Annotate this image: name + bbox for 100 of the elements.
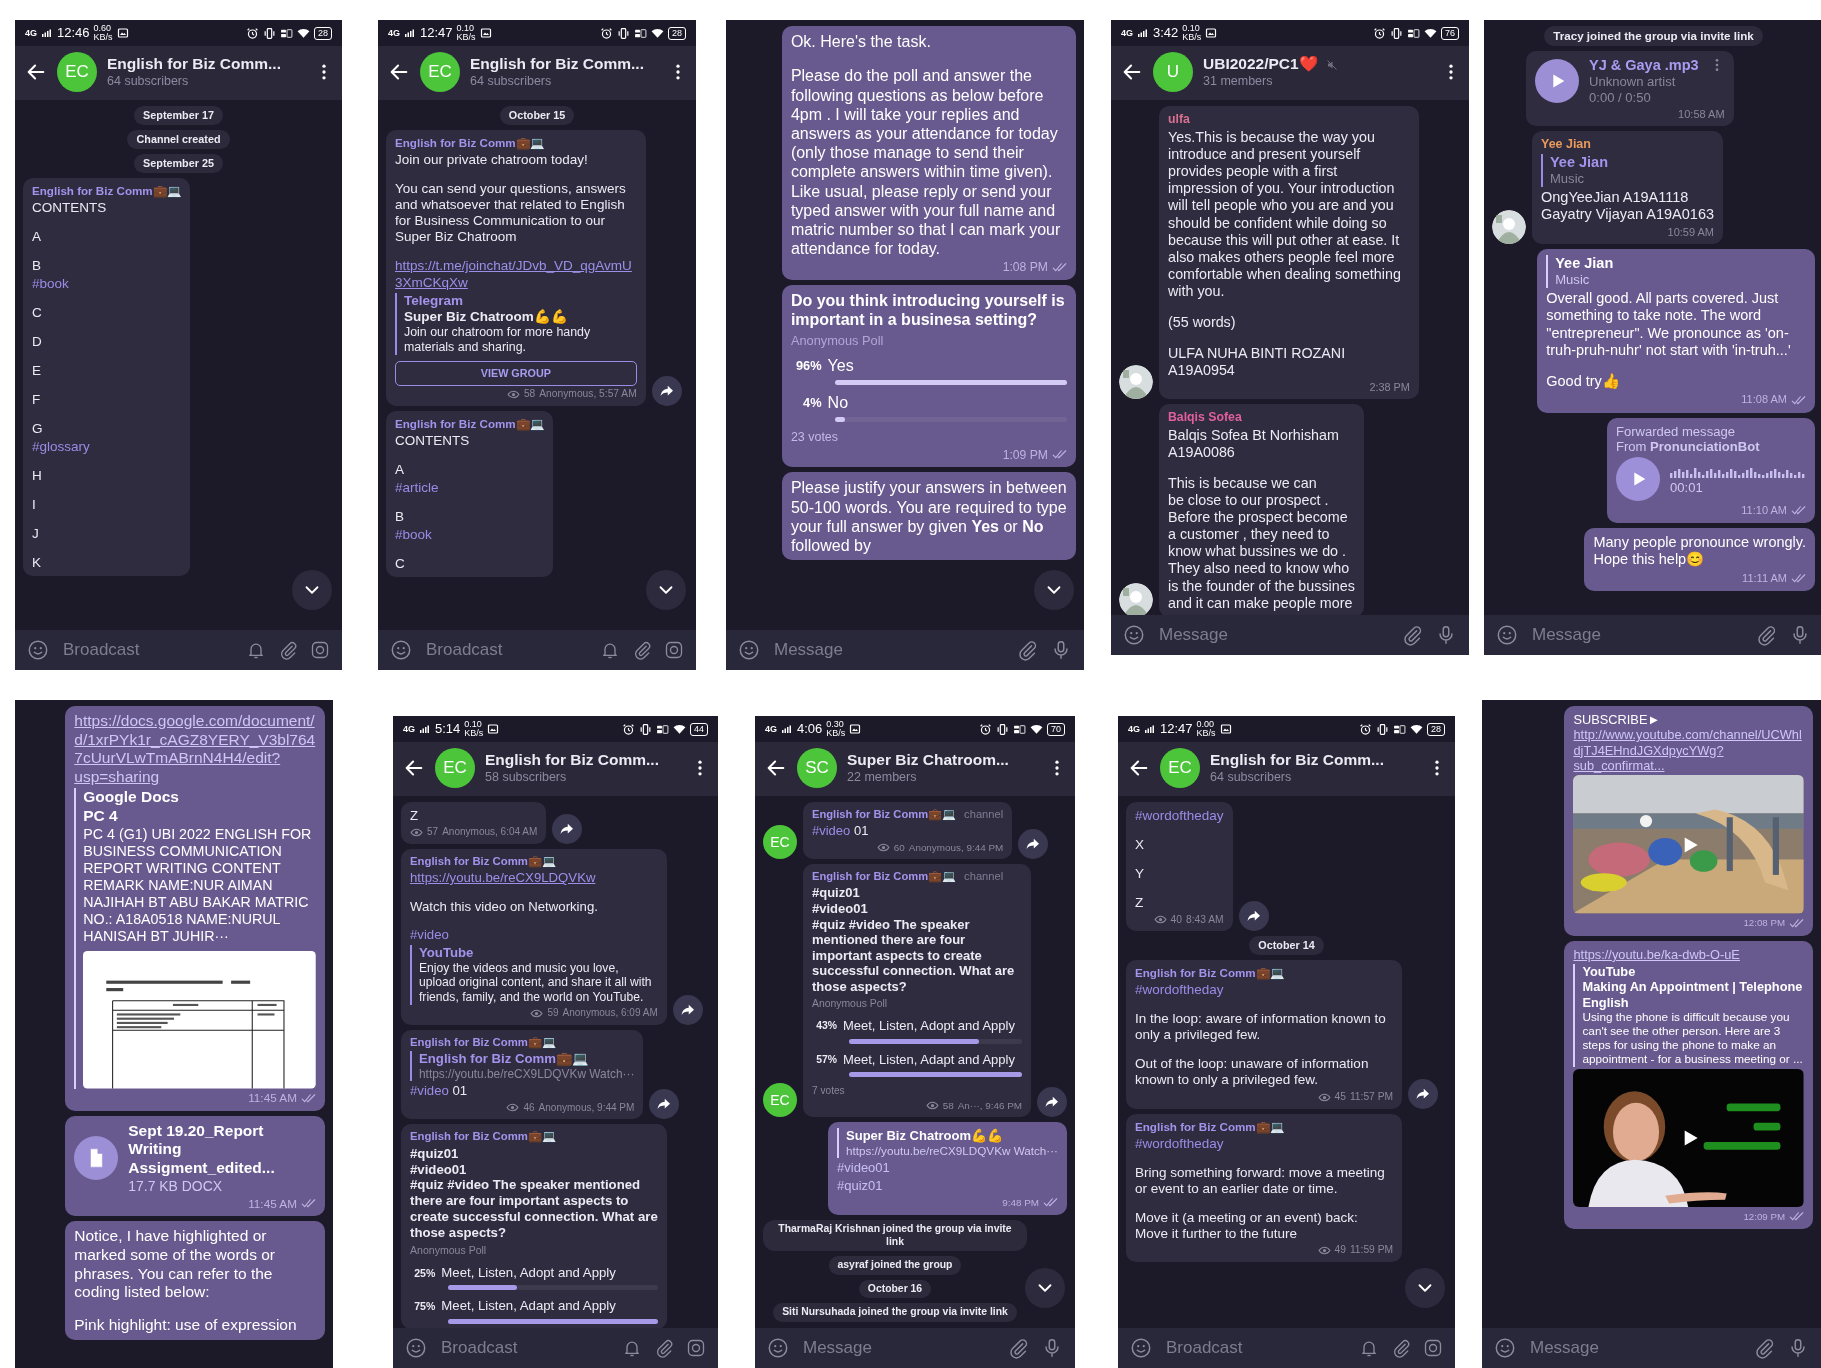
emoji-icon[interactable] bbox=[1123, 623, 1145, 646]
attach-icon[interactable] bbox=[654, 1337, 674, 1358]
input-bar[interactable]: Broadcast bbox=[1118, 1327, 1455, 1368]
url-link[interactable]: https://docs.google.com/document/d/1xrPYk1r_cAGZ8YERY_V3bl7647cUurVLwTmABrnN4H4/edit?usp=sharing bbox=[74, 712, 316, 787]
input-bar[interactable]: Message bbox=[1484, 614, 1821, 655]
input-bar[interactable]: Message bbox=[755, 1327, 1075, 1368]
camera-icon[interactable] bbox=[664, 639, 684, 660]
wifi-icon bbox=[1424, 26, 1437, 40]
scroll-down-button[interactable] bbox=[1405, 1268, 1445, 1308]
view-count: 57 bbox=[427, 826, 439, 839]
message-field[interactable]: Message bbox=[1157, 623, 1389, 646]
poll-option: Yes bbox=[827, 355, 854, 376]
poll-percent: 25% bbox=[413, 1265, 436, 1281]
share-button[interactable] bbox=[1238, 901, 1269, 932]
poll-type: Anonymous Poll bbox=[790, 332, 885, 348]
attach-icon[interactable] bbox=[1753, 1336, 1775, 1359]
input-bar[interactable]: Message bbox=[726, 629, 1084, 670]
hashtag-link[interactable]: #video bbox=[410, 1083, 449, 1099]
alarm-clock-icon bbox=[622, 722, 635, 736]
message-field[interactable]: Message bbox=[772, 638, 1004, 661]
audio-duration: 0:00 / 0:50 bbox=[1589, 89, 1652, 106]
share-button[interactable] bbox=[1037, 1087, 1067, 1118]
attach-icon[interactable] bbox=[1007, 1336, 1029, 1359]
share-button[interactable] bbox=[649, 1089, 680, 1120]
input-bar[interactable]: Message bbox=[1482, 1327, 1821, 1368]
share-button[interactable] bbox=[672, 994, 703, 1025]
emoji-icon[interactable] bbox=[1496, 623, 1518, 646]
data-speed: 0.10 bbox=[1182, 24, 1201, 33]
reply-author: English for Biz Comm💼💻 bbox=[419, 1051, 589, 1068]
url-link[interactable]: https://youtu.be/reCX9LDQVKw bbox=[410, 870, 596, 887]
hashtag-link[interactable]: #wordoftheday bbox=[1135, 808, 1224, 823]
battery-indicator: 76 bbox=[1441, 26, 1459, 40]
message-text: G bbox=[32, 420, 44, 438]
play-button[interactable] bbox=[1535, 59, 1579, 104]
sender-name: ulfa bbox=[1168, 112, 1190, 127]
file-name: Sept 19.20_Report Writing Assigment_edited... bbox=[128, 1121, 276, 1178]
view-count: 45 bbox=[1334, 1090, 1346, 1104]
attach-icon[interactable] bbox=[1391, 1337, 1411, 1358]
network-type: 4G bbox=[765, 724, 777, 734]
message-text: Z bbox=[1135, 895, 1145, 912]
input-bar[interactable]: Broadcast bbox=[378, 629, 696, 670]
share-button[interactable] bbox=[1018, 829, 1049, 859]
hashtag-link[interactable]: #video bbox=[812, 823, 851, 839]
hashtag-link[interactable]: #quiz01 bbox=[837, 1177, 883, 1193]
wifi-icon bbox=[651, 26, 664, 40]
message-field[interactable]: Broadcast bbox=[424, 638, 588, 661]
url-link[interactable]: https://t.me/joinchat/JDvb_VD_qgAvmU3XmCKqXw bbox=[395, 258, 637, 291]
emoji-icon[interactable] bbox=[738, 638, 760, 661]
play-button[interactable] bbox=[1616, 456, 1660, 501]
message-time: Anonymous, 6:09 AM bbox=[562, 1007, 658, 1020]
message-field[interactable]: Message bbox=[1530, 623, 1743, 646]
attach-icon[interactable] bbox=[1016, 638, 1038, 661]
reply-text: https://youtu.be/reCX9LDQVKw Watch··· bbox=[419, 1067, 635, 1082]
camera-icon[interactable] bbox=[686, 1337, 706, 1358]
hashtag-link[interactable]: #wordoftheday bbox=[1135, 1135, 1224, 1151]
scroll-down-button[interactable] bbox=[1034, 570, 1074, 610]
share-button[interactable] bbox=[1408, 1078, 1439, 1109]
url-link[interactable]: https://youtu.be/ka-dwb-O-uE bbox=[1573, 946, 1740, 963]
camera-icon[interactable] bbox=[1423, 1337, 1443, 1358]
hashtag-link[interactable]: #article bbox=[395, 480, 439, 496]
emoji-icon[interactable] bbox=[405, 1336, 427, 1359]
hashtag-link[interactable]: #glossary bbox=[32, 439, 90, 455]
reply-author: Yee Jian bbox=[1555, 254, 1615, 273]
emoji-icon[interactable] bbox=[390, 638, 412, 661]
emoji-icon[interactable] bbox=[767, 1336, 789, 1359]
hashtag-link[interactable]: #book bbox=[32, 275, 69, 291]
emoji-icon[interactable] bbox=[1130, 1336, 1152, 1359]
message-field[interactable]: Broadcast bbox=[1164, 1336, 1347, 1359]
attach-icon[interactable] bbox=[1401, 623, 1423, 646]
message-time: 11:08 AM bbox=[1741, 393, 1787, 407]
sender-name: English for Biz Comm💼💻 bbox=[1135, 1119, 1284, 1134]
view-group-button[interactable]: VIEW GROUP bbox=[395, 361, 637, 386]
hashtag-link[interactable]: #wordoftheday bbox=[1135, 982, 1224, 998]
chat-title: English for Biz Comm... bbox=[1210, 751, 1384, 770]
scroll-down-button[interactable] bbox=[292, 570, 332, 610]
attach-icon[interactable] bbox=[278, 639, 298, 660]
message-field[interactable]: Message bbox=[801, 1336, 995, 1359]
hashtag-link[interactable]: #video bbox=[410, 927, 449, 943]
attach-icon[interactable] bbox=[632, 639, 652, 660]
emoji-icon[interactable] bbox=[27, 638, 49, 661]
scroll-down-button[interactable] bbox=[646, 570, 686, 610]
message-field[interactable]: Broadcast bbox=[61, 638, 234, 661]
share-button[interactable] bbox=[651, 375, 682, 406]
camera-icon[interactable] bbox=[310, 639, 330, 660]
input-bar[interactable]: Broadcast bbox=[393, 1327, 718, 1368]
attach-icon[interactable] bbox=[1755, 623, 1777, 646]
message-field[interactable]: Broadcast bbox=[439, 1336, 610, 1359]
preview-site-name: Telegram bbox=[404, 292, 465, 309]
reply-author: Super Biz Chatroom💪💪 bbox=[846, 1128, 1004, 1144]
message-field[interactable]: Message bbox=[1528, 1336, 1741, 1359]
scroll-down-button[interactable] bbox=[1025, 1268, 1065, 1308]
input-bar[interactable]: Broadcast bbox=[15, 629, 342, 670]
hashtag-link[interactable]: #book bbox=[395, 527, 432, 543]
share-button[interactable] bbox=[552, 813, 583, 844]
battery-indicator: 44 bbox=[690, 722, 708, 736]
hashtag-link[interactable]: #video01 bbox=[837, 1160, 890, 1176]
emoji-icon[interactable] bbox=[1494, 1336, 1516, 1359]
input-bar[interactable]: Message bbox=[1111, 614, 1469, 655]
url-link[interactable]: http://www.youtube.com/channel/UCWhldjTJ4EHndJGXdpycYWg?sub_confirmat... bbox=[1573, 727, 1804, 774]
voice-duration: 00:01 bbox=[1670, 479, 1704, 496]
